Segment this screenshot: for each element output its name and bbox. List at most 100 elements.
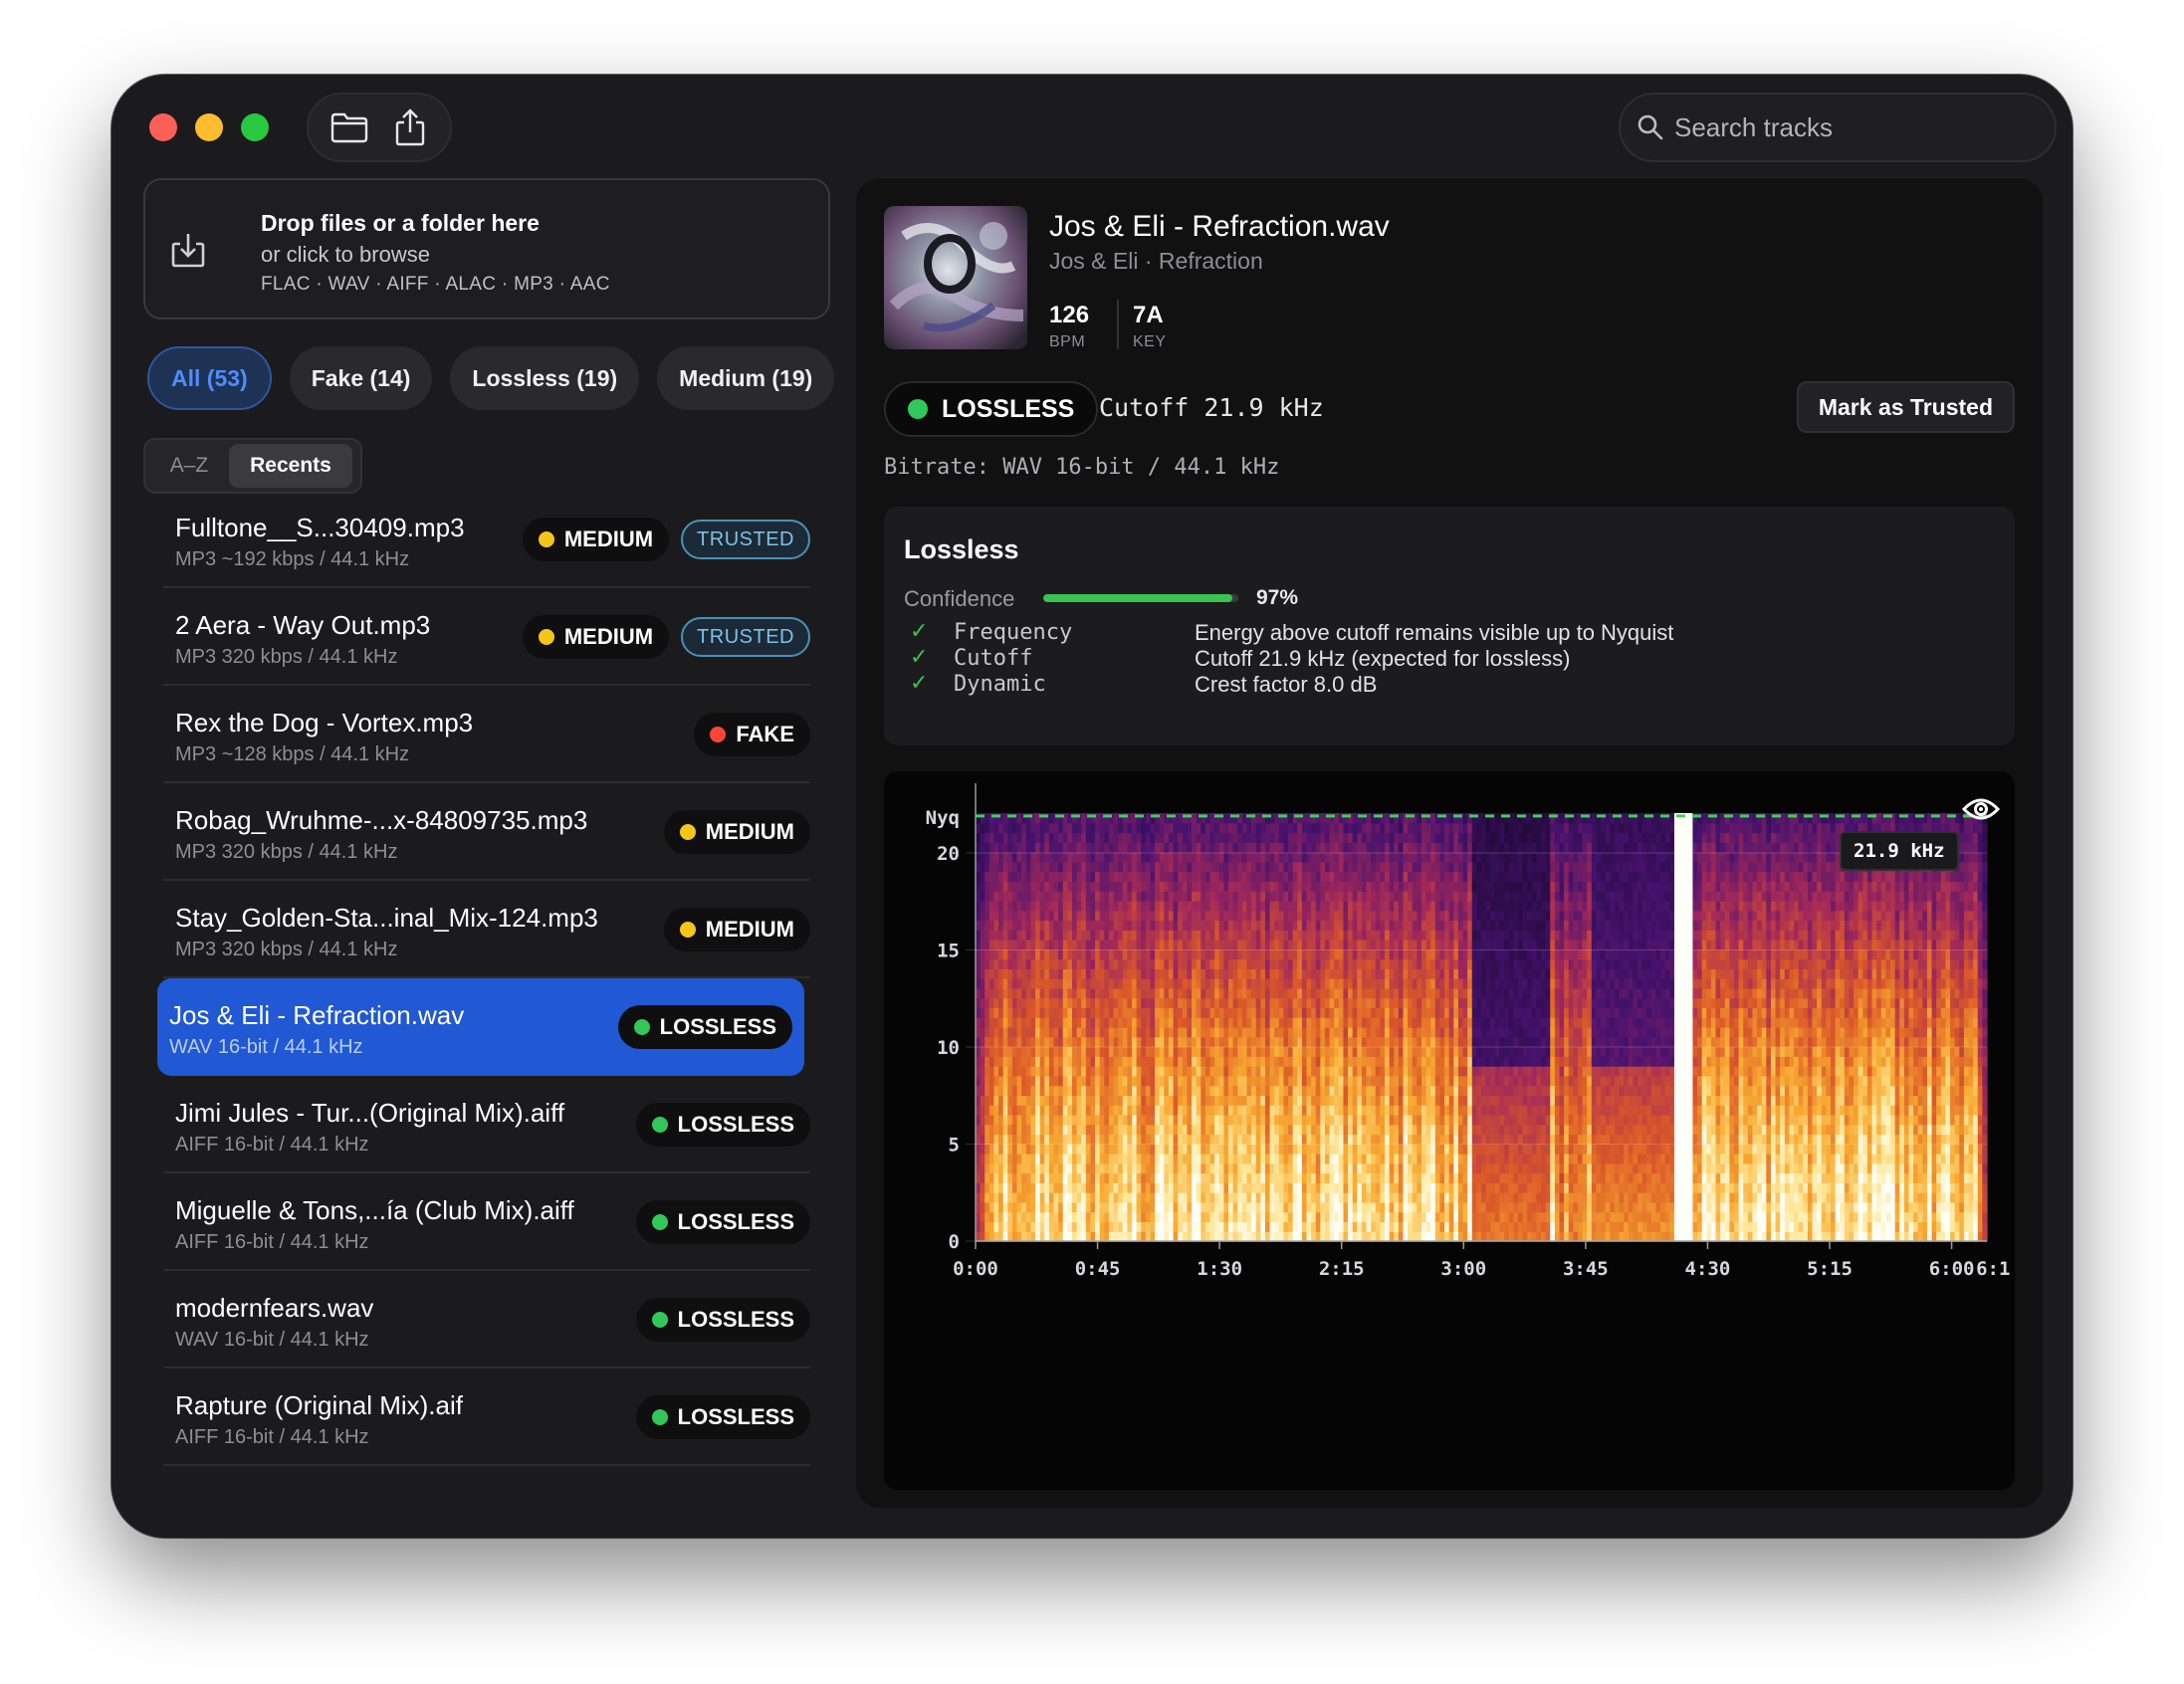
track-format: MP3 ~192 kbps / 44.1 kHz <box>175 548 410 570</box>
quality-badge: FAKE <box>694 713 810 756</box>
key-stat: 7A KEY <box>1133 302 1167 351</box>
track-badges: FAKE <box>694 713 810 756</box>
minimize-window-button[interactable] <box>195 113 223 141</box>
quality-dot <box>679 824 696 840</box>
quality-badge: MEDIUM <box>663 810 810 854</box>
cutoff-tag: 21.9 kHz <box>1840 831 1959 871</box>
bpm-value: 126 <box>1049 302 1090 328</box>
quality-label: MEDIUM <box>563 624 654 649</box>
quality-dot <box>538 531 554 547</box>
confidence-value: 97% <box>1256 586 1299 609</box>
x-tick-label: 3:45 <box>1563 1258 1609 1280</box>
zoom-window-button[interactable] <box>241 113 269 141</box>
filter-fake[interactable]: Fake (14) <box>289 346 433 410</box>
track-format: AIFF 16-bit / 44.1 kHz <box>175 1426 369 1448</box>
x-tick-label: 2:15 <box>1319 1258 1365 1280</box>
quality-badge: LOSSLESS <box>635 1103 810 1147</box>
bitrate-readout: Bitrate: WAV 16-bit / 44.1 kHz <box>884 455 1280 480</box>
status-badge: LOSSLESS <box>884 381 1099 437</box>
quality-label: MEDIUM <box>705 819 794 844</box>
quality-label: LOSSLESS <box>677 1404 794 1429</box>
key-value: 7A <box>1133 302 1164 328</box>
check-description: Cutoff 21.9 kHz (expected for lossless) <box>1195 646 1571 671</box>
eye-icon[interactable] <box>1961 795 2001 823</box>
quality-dot <box>710 727 727 742</box>
drop-zone[interactable]: Drop files or a folder here or click to … <box>143 178 830 319</box>
quality-badge: LOSSLESS <box>617 1005 792 1049</box>
sort-segmented-control: A–Z Recents <box>143 438 362 494</box>
quality-dot <box>679 922 696 938</box>
track-badges: LOSSLESS <box>635 1200 810 1244</box>
status-dot <box>908 399 928 419</box>
track-row[interactable]: Miguelle & Tons,...ía (Club Mix).aiff AIF… <box>163 1173 810 1271</box>
mark-as-trusted-button[interactable]: Mark as Trusted <box>1796 381 2015 433</box>
filter-medium[interactable]: Medium (19) <box>657 346 835 410</box>
share-button[interactable] <box>384 102 436 153</box>
track-badges: MEDIUM <box>663 908 810 951</box>
analysis-card: Lossless Confidence 97% ✓ Frequency Ener… <box>884 507 2015 745</box>
track-row[interactable]: Robag_Wruhme-...x-84809735.mp3 MP3 320 kb… <box>163 783 810 881</box>
track-format: MP3 320 kbps / 44.1 kHz <box>175 841 398 863</box>
x-tick-label: 0:45 <box>1075 1258 1121 1280</box>
track-row[interactable]: Rex the Dog - Vortex.mp3 MP3 ~128 kbps / … <box>163 686 810 783</box>
quality-badge: MEDIUM <box>663 908 810 951</box>
track-format: MP3 320 kbps / 44.1 kHz <box>175 939 398 960</box>
track-row[interactable]: Rapture (Original Mix).aif AIFF 16-bit / … <box>163 1368 810 1466</box>
toolbar-group <box>307 93 452 162</box>
quality-dot <box>651 1117 668 1133</box>
track-badges: MEDIUM <box>663 810 810 854</box>
track-row[interactable]: Fulltone__S...30409.mp3 MP3 ~192 kbps / 4… <box>163 491 810 588</box>
confidence-bar <box>1043 594 1238 602</box>
track-format: WAV 16-bit / 44.1 kHz <box>169 1036 363 1058</box>
x-tick-label: 3:00 <box>1440 1258 1486 1280</box>
track-badges: LOSSLESS <box>635 1298 810 1342</box>
track-row[interactable]: Jimi Jules - Tur...(Original Mix).aiff AI… <box>163 1076 810 1173</box>
sort-az[interactable]: A–Z <box>149 444 229 488</box>
track-name: Rex the Dog - Vortex.mp3 <box>175 708 474 737</box>
y-tick-label: 10 <box>937 1037 960 1059</box>
trusted-badge: TRUSTED <box>681 520 810 559</box>
filter-all[interactable]: All (53) <box>147 346 272 410</box>
track-row[interactable]: Stay_Golden-Sta...inal_Mix-124.mp3 MP3 32… <box>163 881 810 978</box>
track-row[interactable]: modernfears.wav WAV 16-bit / 44.1 kHz LOSS… <box>163 1271 810 1368</box>
x-tick-label-trailing: 6:1 <box>1976 1258 2010 1280</box>
x-tick-label: 4:30 <box>1685 1258 1731 1280</box>
check-key: Frequency <box>954 620 1073 645</box>
search-field[interactable] <box>1619 93 2057 162</box>
bpm-stat: 126 BPM <box>1049 302 1089 351</box>
track-format: MP3 ~128 kbps / 44.1 kHz <box>175 743 410 765</box>
analysis-verdict: Lossless <box>904 534 1019 564</box>
track-name: Rapture (Original Mix).aif <box>175 1390 463 1420</box>
track-name: Fulltone__S...30409.mp3 <box>175 513 465 542</box>
track-name: Jimi Jules - Tur...(Original Mix).aiff <box>175 1098 565 1128</box>
quality-label: LOSSLESS <box>677 1307 794 1332</box>
cutoff-readout: Cutoff 21.9 kHz <box>1099 393 1324 422</box>
detail-panel: Jos & Eli - Refraction.wav Jos & Eli · R… <box>856 178 2043 1508</box>
spectrogram[interactable]: 0 5 10 15 20 Nyq 0:00 0:45 1:30 2:15 3:00 3:45 4:30 5… <box>884 771 2015 1490</box>
track-row[interactable]: Jos & Eli - Refraction.wav WAV 16-bit / 4… <box>157 978 804 1076</box>
check-key: Dynamic <box>954 672 1046 697</box>
quality-label: FAKE <box>736 722 794 746</box>
status-label: LOSSLESS <box>942 394 1075 423</box>
track-row[interactable]: 2 Aera - Way Out.mp3 MP3 320 kbps / 44.1 … <box>163 588 810 686</box>
check-row-dynamic: ✓ Dynamic Crest factor 8.0 dB <box>904 670 1999 702</box>
album-artwork <box>884 206 1027 349</box>
track-badges: LOSSLESS <box>635 1395 810 1439</box>
close-window-button[interactable] <box>149 113 177 141</box>
open-folder-button[interactable] <box>324 102 375 153</box>
search-input[interactable] <box>1674 111 2033 143</box>
y-tick-label: 15 <box>937 940 960 961</box>
filter-lossless[interactable]: Lossless (19) <box>450 346 640 410</box>
track-badges: MEDIUM TRUSTED <box>522 615 810 659</box>
sort-recents[interactable]: Recents <box>229 444 352 488</box>
quality-badge: LOSSLESS <box>635 1395 810 1439</box>
track-format: WAV 16-bit / 44.1 kHz <box>175 1329 369 1351</box>
quality-badge: MEDIUM <box>522 615 670 659</box>
x-tick-label: 6:00 <box>1929 1258 1975 1280</box>
check-description: Crest factor 8.0 dB <box>1195 672 1378 697</box>
check-icon: ✓ <box>910 618 929 643</box>
x-tick-label: 1:30 <box>1197 1258 1242 1280</box>
confidence-bar-fill <box>1043 594 1233 602</box>
x-tick-label: 0:00 <box>953 1258 998 1280</box>
quality-label: MEDIUM <box>705 917 794 942</box>
